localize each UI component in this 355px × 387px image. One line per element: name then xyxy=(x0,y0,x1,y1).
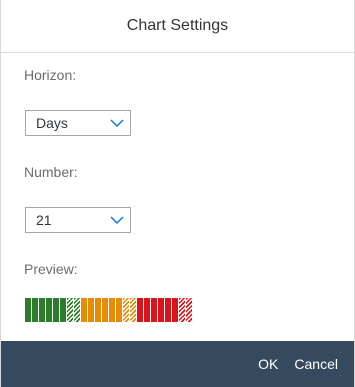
preview-segment-orange xyxy=(88,298,94,322)
preview-segment-green xyxy=(25,298,31,322)
number-select-value: 21 xyxy=(36,212,52,228)
preview-bar xyxy=(25,296,192,324)
preview-segment-green-hatched xyxy=(67,298,73,322)
dialog-title: Chart Settings xyxy=(126,17,229,34)
preview-segment-green xyxy=(60,298,66,322)
preview-segment-green xyxy=(53,298,59,322)
preview-segment-red xyxy=(151,298,157,322)
dialog-footer: OK Cancel xyxy=(1,341,354,387)
chevron-down-icon[interactable] xyxy=(104,208,130,232)
preview-segment-orange xyxy=(102,298,108,322)
preview-segment-red-hatched xyxy=(186,298,192,322)
preview-segment-red-hatched xyxy=(179,298,185,322)
preview-segment-green-hatched xyxy=(74,298,80,322)
preview-segment-green xyxy=(39,298,45,322)
preview-segment-red xyxy=(165,298,171,322)
preview-segment-orange xyxy=(81,298,87,322)
ok-button[interactable]: OK xyxy=(250,356,286,372)
preview-segment-green xyxy=(32,298,38,322)
preview-segment-orange xyxy=(116,298,122,322)
preview-segment-orange-hatched xyxy=(123,298,129,322)
preview-segment-red xyxy=(158,298,164,322)
chevron-down-icon[interactable] xyxy=(104,111,130,135)
chart-settings-dialog: Chart Settings Horizon: Days Number: 21 … xyxy=(0,0,355,387)
preview-label: Preview: xyxy=(24,261,78,277)
preview-segment-red xyxy=(172,298,178,322)
number-label: Number: xyxy=(24,164,78,180)
preview-segment-orange xyxy=(95,298,101,322)
horizon-select-value: Days xyxy=(36,115,68,131)
horizon-select[interactable]: Days xyxy=(25,110,131,136)
horizon-label: Horizon: xyxy=(24,67,77,83)
preview-segment-red xyxy=(137,298,143,322)
preview-segment-green xyxy=(46,298,52,322)
preview-segment-orange xyxy=(109,298,115,322)
number-select[interactable]: 21 xyxy=(25,207,131,233)
cancel-button[interactable]: Cancel xyxy=(286,356,346,372)
preview-segment-red xyxy=(144,298,150,322)
dialog-header: Chart Settings xyxy=(1,0,354,53)
preview-segment-orange-hatched xyxy=(130,298,136,322)
